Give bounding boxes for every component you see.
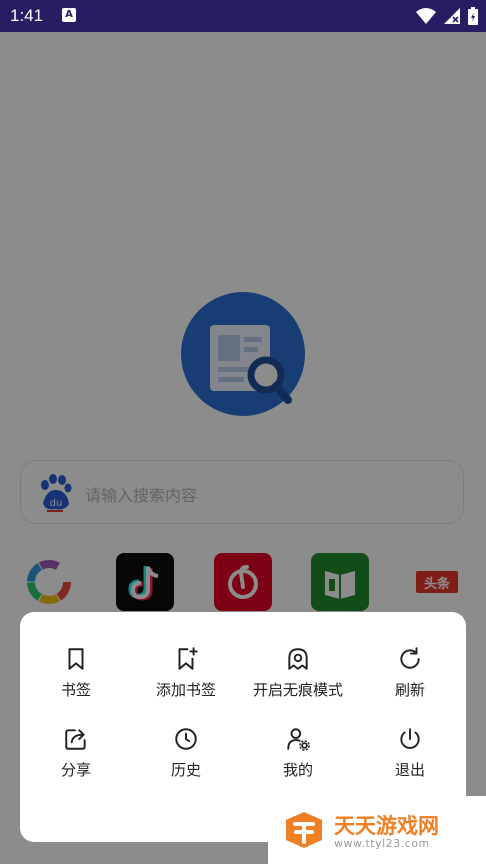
add-bookmark-icon [178, 647, 198, 670]
battery-icon [468, 7, 478, 25]
history-icon [175, 728, 197, 750]
wifi-icon [416, 8, 436, 24]
menu-bookmarks-label: 书签 [60, 681, 91, 699]
menu-incognito[interactable]: 开启无痕模式 [242, 646, 354, 716]
bookmark-icon [68, 648, 84, 670]
watermark-logo-icon [286, 812, 322, 848]
menu-history-label: 历史 [170, 761, 201, 779]
menu-exit[interactable]: 退出 [354, 726, 466, 796]
menu-refresh-label: 刷新 [394, 681, 425, 699]
share-icon [65, 729, 86, 750]
signal-icon [444, 8, 460, 24]
status-icons [416, 7, 478, 25]
menu-exit-label: 退出 [394, 761, 425, 779]
menu-add-bookmark[interactable]: 添加书签 [130, 646, 242, 716]
watermark-url: www.ttyl23.com [334, 837, 430, 850]
menu-profile-label: 我的 [282, 761, 313, 779]
status-time: 1:41 [10, 6, 44, 25]
power-icon [400, 728, 420, 749]
menu-add-bookmark-label: 添加书签 [155, 681, 216, 699]
notification-icon: A [62, 8, 76, 22]
user-settings-icon [287, 728, 310, 751]
watermark-title: 天天游戏网 [334, 814, 439, 838]
incognito-icon [288, 648, 308, 670]
refresh-icon [400, 647, 420, 669]
menu-refresh[interactable]: 刷新 [354, 646, 466, 716]
menu-share[interactable]: 分享 [20, 726, 132, 796]
status-bar: 1:41 A [0, 0, 486, 32]
watermark: 天天游戏网 www.ttyl23.com [268, 796, 486, 864]
menu-history[interactable]: 历史 [130, 726, 242, 796]
menu-incognito-label: 开启无痕模式 [252, 681, 343, 699]
menu-profile[interactable]: 我的 [242, 726, 354, 796]
menu-bookmarks[interactable]: 书签 [20, 646, 132, 716]
menu-share-label: 分享 [60, 761, 91, 779]
